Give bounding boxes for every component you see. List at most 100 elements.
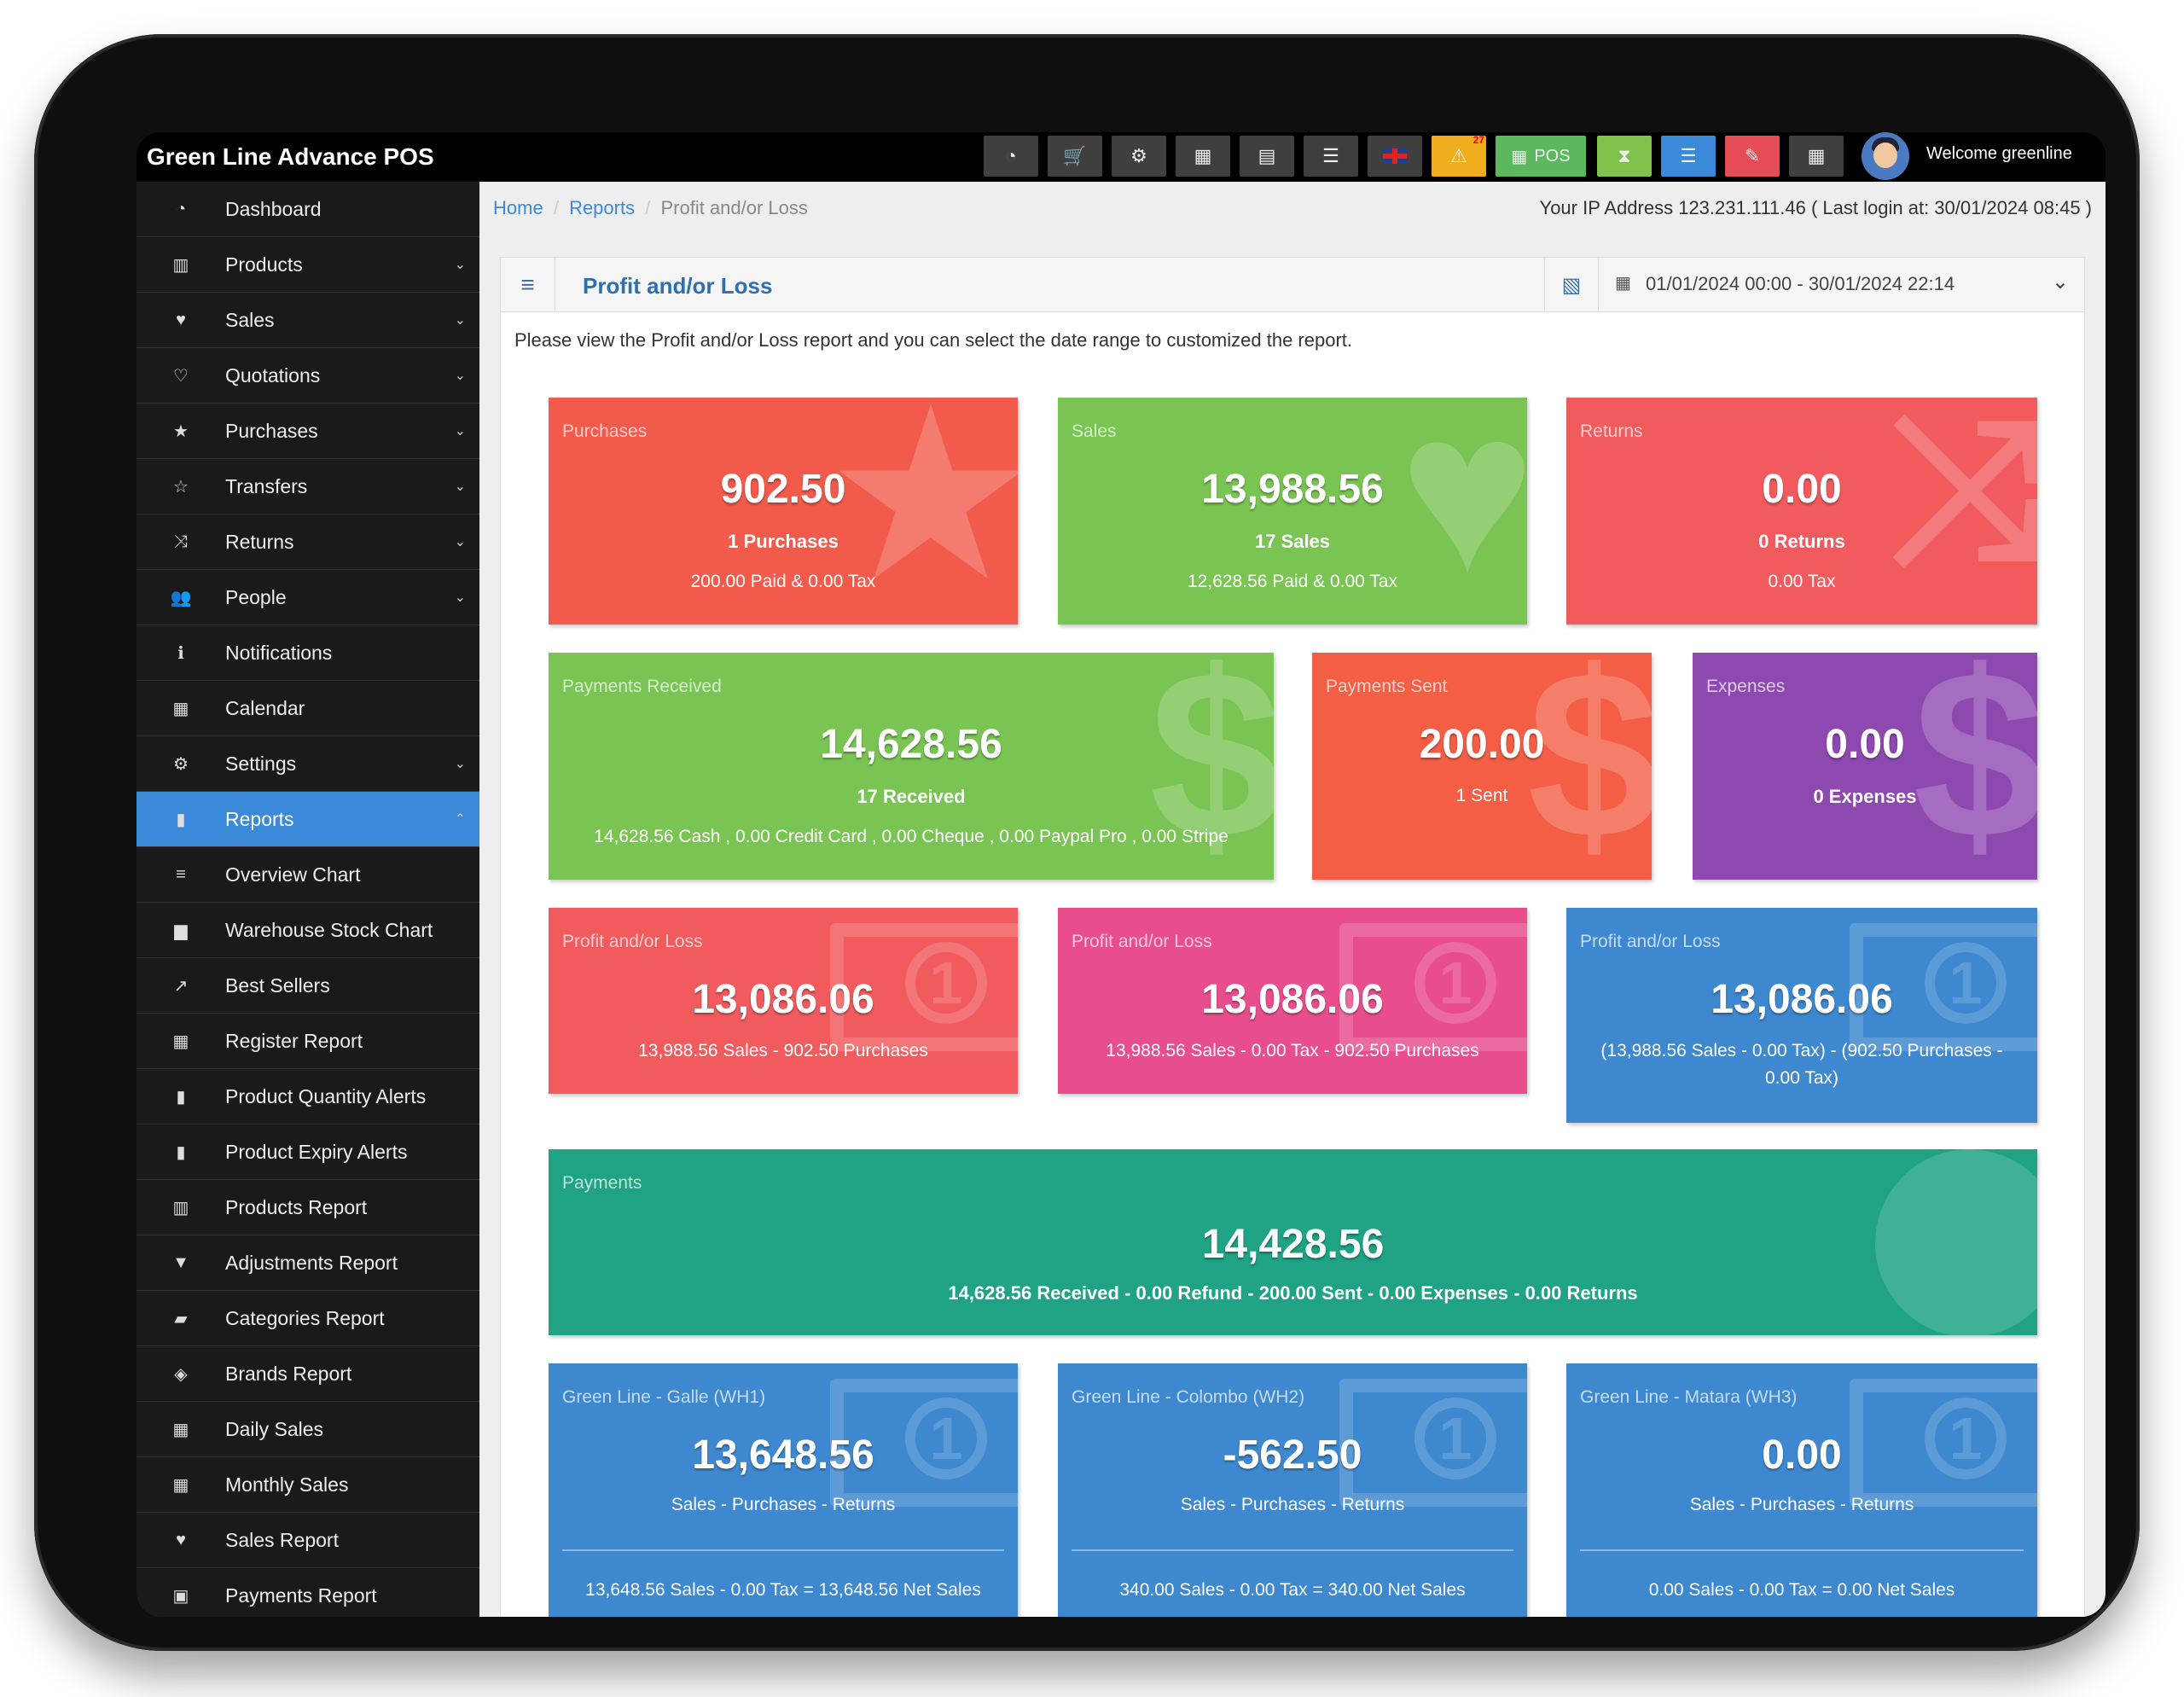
sidebar-item-transfers[interactable]: ☆ Transfers ⌄ — [136, 459, 479, 514]
sidebar-item-settings[interactable]: ⚙ Settings ⌄ — [136, 736, 479, 792]
card-value: 14,628.56 — [820, 722, 1002, 767]
pos-button[interactable]: ▦ POS — [1496, 136, 1586, 177]
sidebar-item-reports[interactable]: ▮ Reports ⌃ — [136, 792, 479, 847]
list-button[interactable]: ☰ — [1661, 136, 1716, 177]
expenses-card[interactable]: $ Expenses 0.00 0 Expenses — [1693, 653, 2037, 880]
report-panel: ≡ Profit and/or Loss ▧ ▦ 01/01/2024 00:0… — [500, 257, 2085, 1617]
alerts-button[interactable]: ⚠ 27 — [1432, 134, 1486, 177]
sidebar-item-adjustments-report[interactable]: ▼ Adjustments Report — [136, 1235, 479, 1291]
avatar[interactable] — [1862, 132, 1909, 180]
card-detail: 200.00 Paid & 0.00 Tax — [690, 572, 876, 591]
sidebar-item-products-report[interactable]: ▥ Products Report — [136, 1180, 479, 1235]
sidebar-item-brands-report[interactable]: ◈ Brands Report — [136, 1346, 479, 1402]
sidebar-item-payments-report[interactable]: ▣ Payments Report — [136, 1568, 479, 1617]
sidebar-item-sales-report[interactable]: ♥ Sales Report — [136, 1513, 479, 1568]
profit-loss-card-1[interactable]: 1 Profit and/or Loss 13,086.06 13,988.56… — [549, 908, 1018, 1094]
sidebar-item-calendar[interactable]: ▦ Calendar — [136, 681, 479, 736]
register-button[interactable]: ⧗ — [1597, 136, 1652, 177]
chevron-down-icon: ⌄ — [454, 535, 466, 549]
heart-icon: ♥ — [176, 310, 186, 329]
cart-button[interactable]: 🛒 — [1048, 136, 1102, 177]
welcome-text[interactable]: Welcome greenline — [1926, 144, 2072, 164]
sidebar-item-label: Payments Report — [225, 1584, 377, 1607]
card-detail: Sales - Purchases - Returns — [1180, 1495, 1405, 1514]
sidebar-item-label: Dashboard — [225, 197, 322, 220]
card-detail: 0.00 Tax — [1768, 572, 1836, 591]
sidebar-item-products[interactable]: ▥ Products ⌄ — [136, 237, 479, 293]
export-image-button[interactable]: ▧ — [1544, 258, 1599, 312]
calendar-button[interactable]: ▤ — [1240, 136, 1294, 177]
calendar-icon: ▦ — [172, 1420, 189, 1439]
sidebar-item-product-quantity-alerts[interactable]: ▮ Product Quantity Alerts — [136, 1069, 479, 1125]
profit-loss-card-3[interactable]: 1 Profit and/or Loss 13,086.06 (13,988.5… — [1566, 908, 2037, 1123]
card-label: Expenses — [1706, 677, 1786, 696]
app-title[interactable]: Green Line Advance POS — [147, 139, 434, 175]
date-range-picker[interactable]: ▦ 01/01/2024 00:00 - 30/01/2024 22:14 ⌄ — [1600, 258, 2084, 312]
sidebar-item-label: Products — [225, 253, 303, 276]
sidebar-item-sales[interactable]: ♥ Sales ⌄ — [136, 293, 479, 348]
apps-button[interactable]: ▦ — [1789, 136, 1844, 177]
gears-icon: ⚙ — [1130, 145, 1147, 166]
sidebar-item-categories-report[interactable]: ▰ Categories Report — [136, 1291, 479, 1346]
sidebar-item-people[interactable]: 👥 People ⌄ — [136, 570, 479, 625]
sidebar-item-label: Adjustments Report — [225, 1251, 398, 1274]
sidebar-item-notifications[interactable]: ℹ Notifications — [136, 625, 479, 681]
breadcrumb-reports[interactable]: Reports — [569, 197, 635, 218]
chevron-down-icon: ⌄ — [454, 424, 466, 439]
sidebar-item-quotations[interactable]: ♡ Quotations ⌄ — [136, 348, 479, 404]
calculator-button[interactable]: ▦ — [1176, 136, 1230, 177]
divider — [1580, 1549, 2024, 1551]
sidebar-item-label: Transfers — [225, 474, 308, 497]
sidebar-item-daily-sales[interactable]: ▦ Daily Sales — [136, 1402, 479, 1457]
grid-icon: ▦ — [1511, 147, 1528, 166]
profit-loss-card-2[interactable]: 1 Profit and/or Loss 13,086.06 13,988.56… — [1058, 908, 1527, 1094]
notes-button[interactable]: ☰ — [1304, 136, 1358, 177]
sidebar-item-monthly-sales[interactable]: ▦ Monthly Sales — [136, 1457, 479, 1513]
warehouse-card-wh3[interactable]: 1 Green Line - Matara (WH3) 0.00 Sales -… — [1566, 1363, 2037, 1617]
sidebar-item-label: Products Report — [225, 1195, 368, 1218]
sidebar-item-returns[interactable]: ⤨ Returns ⌄ — [136, 514, 479, 570]
card-detail: (13,988.56 Sales - 0.00 Tax) - (902.50 P… — [1600, 1041, 2003, 1061]
card-line: 1 Purchases — [728, 531, 839, 552]
clear-button[interactable]: ✎ — [1725, 136, 1780, 177]
users-icon: 👥 — [170, 588, 192, 607]
payments-sent-card[interactable]: $ Payments Sent 200.00 1 Sent — [1312, 653, 1652, 880]
payments-received-card[interactable]: $ Payments Received 14,628.56 17 Receive… — [549, 653, 1274, 880]
dashboard-button[interactable]: ◔ — [984, 136, 1038, 177]
settings-button[interactable]: ⚙ — [1112, 136, 1166, 177]
hourglass-icon: ⧗ — [1618, 145, 1631, 166]
app-screen: Green Line Advance POS ◔ 🛒 ⚙ ▦ ▤ ☰ ⚠ 27 ▦… — [136, 132, 2106, 1617]
menu-toggle-button[interactable]: ≡ — [501, 258, 555, 312]
language-button[interactable] — [1368, 136, 1422, 177]
building-icon: ▆ — [174, 921, 188, 940]
card-value: 13,988.56 — [1201, 467, 1384, 512]
sidebar-item-purchases[interactable]: ★ Purchases ⌄ — [136, 404, 479, 459]
card-detail: 0.00 Tax) — [1765, 1068, 1838, 1088]
main-content: Home / Reports / Profit and/or Loss Your… — [479, 182, 2106, 1617]
sidebar-item-overview-chart[interactable]: ≡ Overview Chart — [136, 847, 479, 903]
notes-icon: ☰ — [1322, 145, 1339, 166]
page-title: Profit and/or Loss — [583, 273, 773, 299]
card-detail: 340.00 Sales - 0.00 Tax = 340.00 Net Sal… — [1119, 1580, 1466, 1600]
bar-chart-icon: ▮ — [176, 1142, 186, 1162]
payments-card[interactable]: Payments 14,428.56 14,628.56 Received - … — [549, 1149, 2037, 1335]
sidebar-item-dashboard[interactable]: ◔ Dashboard — [136, 182, 479, 237]
purchases-card[interactable]: ★ Purchases 902.50 1 Purchases 200.00 Pa… — [549, 398, 1018, 625]
cart-icon: 🛒 — [1063, 145, 1087, 166]
sidebar-item-warehouse-stock-chart[interactable]: ▆ Warehouse Stock Chart — [136, 903, 479, 958]
card-detail: 0.00 Sales - 0.00 Tax = 0.00 Net Sales — [1648, 1580, 1955, 1600]
gear-icon: ⚙ — [173, 754, 189, 774]
sidebar-item-register-report[interactable]: ▦ Register Report — [136, 1014, 479, 1069]
breadcrumb-home[interactable]: Home — [493, 197, 543, 218]
sales-card[interactable]: ♥ Sales 13,988.56 17 Sales 12,628.56 Pai… — [1058, 398, 1527, 625]
warehouse-card-wh2[interactable]: 1 Green Line - Colombo (WH2) -562.50 Sal… — [1058, 1363, 1527, 1617]
panel-header: ≡ Profit and/or Loss ▧ ▦ 01/01/2024 00:0… — [501, 258, 2084, 312]
card-value: 200.00 — [1419, 722, 1545, 767]
sidebar-item-best-sellers[interactable]: ↗ Best Sellers — [136, 958, 479, 1014]
returns-card[interactable]: ⤨ Returns 0.00 0 Returns 0.00 Tax — [1566, 398, 2037, 625]
warehouse-card-wh1[interactable]: 1 Green Line - Galle (WH1) 13,648.56 Sal… — [549, 1363, 1018, 1617]
card-label: Returns — [1580, 421, 1643, 441]
card-detail: 13,988.56 Sales - 902.50 Purchases — [638, 1041, 928, 1061]
sidebar-item-product-expiry-alerts[interactable]: ▮ Product Expiry Alerts — [136, 1125, 479, 1180]
card-label: Green Line - Matara (WH3) — [1580, 1387, 1798, 1407]
